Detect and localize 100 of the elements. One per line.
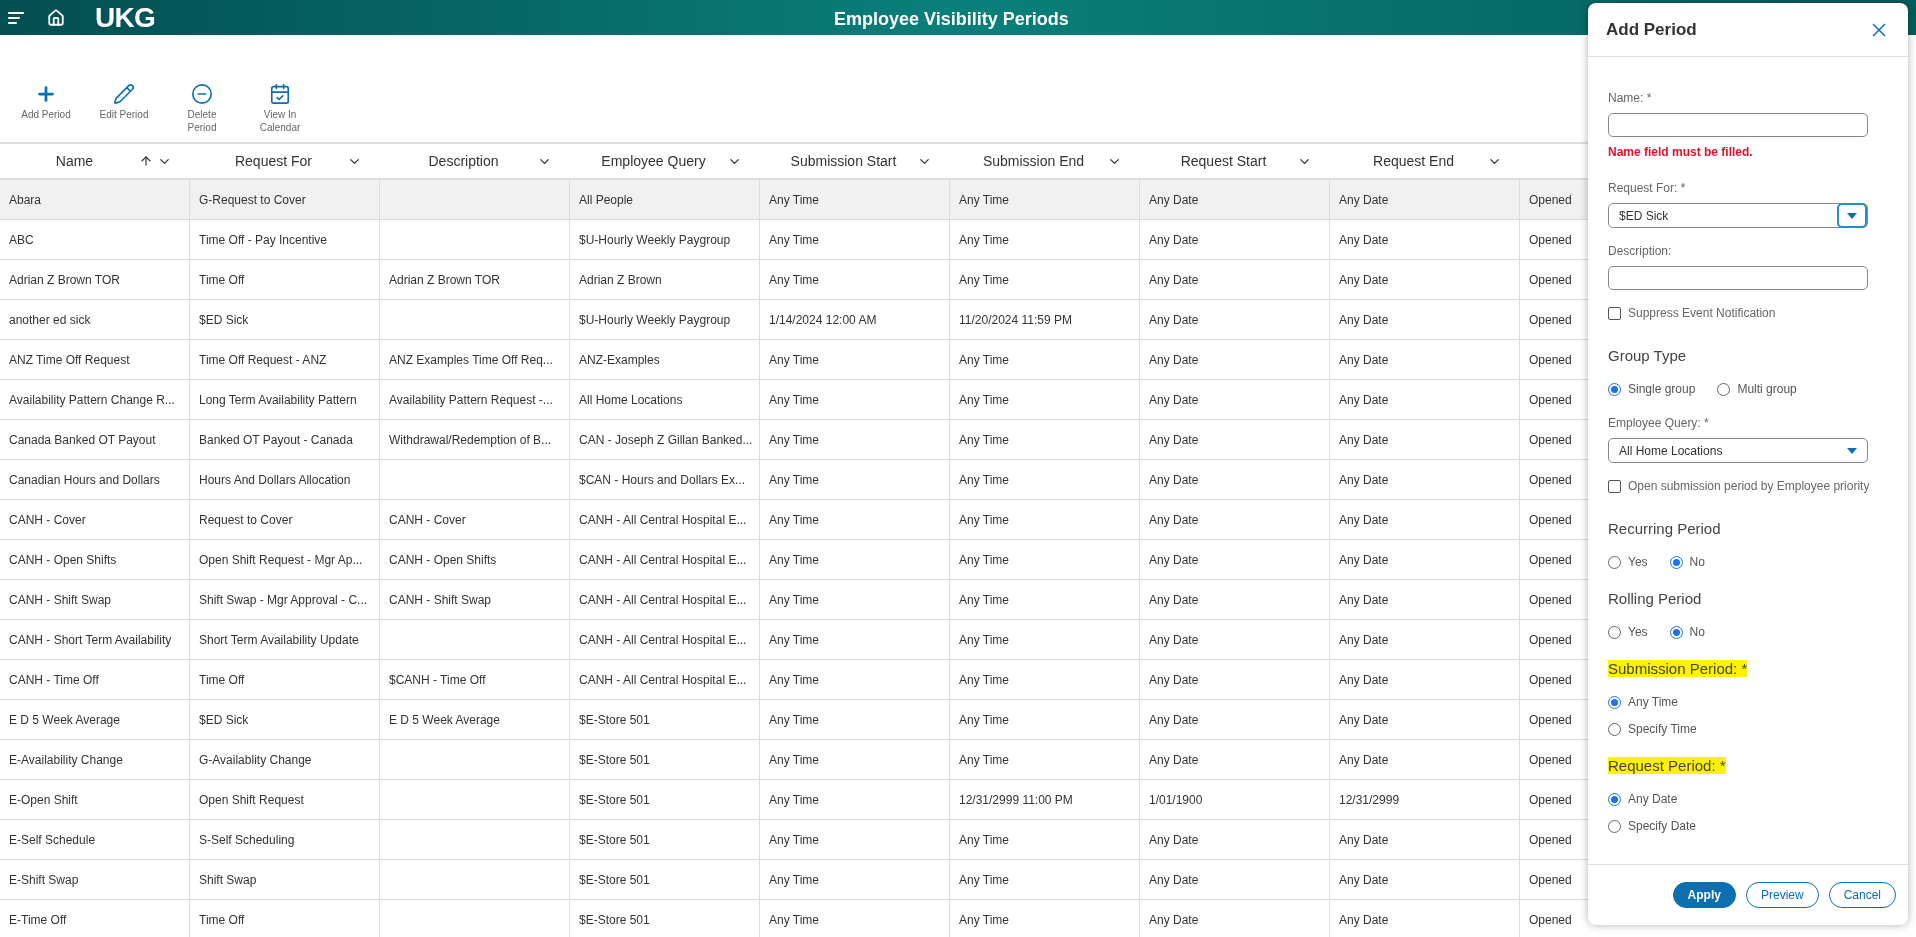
table-cell-text: 11/20/2024 11:59 PM	[959, 311, 1072, 329]
checkbox[interactable]	[1608, 479, 1621, 493]
table-cell-text: Any Date	[1339, 311, 1389, 329]
table-row[interactable]: another ed sick $ED Sick $U-Hourly Weekly Paygroup 1/14/2024 12:00 AM 11/20/2024 11:59 PM Any Date Any Date Opened	[0, 300, 1588, 340]
dialog-title: Add Period	[1606, 18, 1697, 41]
table-row[interactable]: ABC Time Off - Pay Incentive $U-Hourly Weekly Paygroup Any Time Any Time Any Date Any Date Opened	[0, 220, 1588, 260]
dialog-button[interactable]: Apply	[1672, 882, 1736, 908]
table-row[interactable]: Canada Banked OT Payout Banked OT Payout - Canada Withdrawal/Redemption of B... CAN - Joseph Z Gillan Banked... Any Time Any Time Any Date Any Date Opened	[0, 420, 1588, 460]
table-cell-text: Any Date	[1149, 431, 1199, 449]
table-row[interactable]: E-Open Shift Open Shift Request $E-Store 501 Any Time 12/31/2999 11:00 PM 1/01/1900 12/31/2999 Opened	[0, 780, 1588, 820]
table-cell-text: 1/01/1900	[1149, 791, 1203, 809]
table-row[interactable]: Adrian Z Brown TOR Time Off Adrian Z Brown TOR Adrian Z Brown Any Time Any Time Any Date Any Date Opened	[0, 260, 1588, 300]
column-header[interactable]: Request For	[190, 144, 380, 178]
checkbox-label: Suppress Event Notification	[1628, 305, 1776, 322]
table-row[interactable]: E-Self Schedule S-Self Scheduling $E-Store 501 Any Time Any Time Any Date Any Date Opened	[0, 820, 1588, 860]
table-row[interactable]: CANH - Shift Swap Shift Swap - Mgr Approval - C... CANH - Shift Swap CANH - All Central Hospital E... Any Time Any Time Any Date Any Date Opened	[0, 580, 1588, 620]
dropdown[interactable]: All Home Locations	[1608, 438, 1868, 463]
toolbar-button[interactable]: Edit Period	[92, 83, 156, 142]
table-cell-text: Open Shift Request	[199, 791, 304, 809]
table-cell-text: Any Time	[769, 791, 819, 809]
table-row[interactable]: Availability Pattern Change R... Long Term Availability Pattern Availability Pattern Request -... All Home Locations Any Time Any Time Any Date Any Date Opened	[0, 380, 1588, 420]
toolbar-button[interactable]: Add Period	[14, 83, 78, 142]
table-cell-text: ANZ Time Off Request	[9, 351, 130, 369]
table-cell-text: Opened	[1529, 191, 1572, 209]
column-header[interactable]: Submission Start	[760, 144, 950, 178]
table-cell-text: ANZ-Examples	[579, 351, 660, 369]
dialog-button[interactable]: Preview	[1745, 882, 1819, 908]
table-row[interactable]: Canadian Hours and Dollars Hours And Dollars Allocation $CAN - Hours and Dollars Ex... Any Time Any Time Any Date Any Date Opened	[0, 460, 1588, 500]
toolbar-button[interactable]: View In Calendar	[248, 83, 312, 142]
table-cell-text: Any Date	[1339, 911, 1389, 929]
table-cell-text: CANH - Cover	[9, 511, 86, 529]
column-header[interactable]: Description	[380, 144, 570, 178]
column-header[interactable]: Name	[0, 144, 190, 178]
radio-label: Any Date	[1628, 791, 1678, 808]
sort-ascending-icon[interactable]	[139, 154, 153, 168]
table-cell-text: Any Date	[1149, 831, 1199, 849]
table-row[interactable]: E D 5 Week Average $ED Sick E D 5 Week Average $E-Store 501 Any Time Any Time Any Date Any Date Opened	[0, 700, 1588, 740]
table-cell-text: Any Date	[1149, 591, 1199, 609]
section-heading: Submission Period: *	[1608, 660, 1748, 677]
column-header[interactable]: Employee Query	[570, 144, 760, 178]
table-cell-text: Any Date	[1149, 271, 1199, 289]
text-field[interactable]	[1608, 266, 1868, 290]
table-cell-text: 12/31/2999	[1339, 791, 1400, 809]
table-cell-text: Any Time	[769, 551, 819, 569]
table-cell-text: Opened	[1529, 631, 1572, 649]
section-heading: Request Period: *	[1608, 757, 1726, 774]
table-cell-text: Any Date	[1339, 631, 1389, 649]
table-cell-text: Any Date	[1149, 471, 1199, 489]
checkbox[interactable]	[1608, 306, 1621, 320]
table-cell-text: G-Request to Cover	[199, 191, 306, 209]
pencil-icon	[113, 83, 135, 105]
table-cell-text: Time Off	[199, 671, 245, 689]
table-cell-text: 12/31/2999 11:00 PM	[959, 791, 1073, 809]
table-cell-text: Any Date	[1149, 391, 1199, 409]
table-cell-text: Any Date	[1149, 711, 1199, 729]
table-cell-text: Any Time	[769, 271, 819, 289]
table-row[interactable]: Abara G-Request to Cover All People Any Time Any Time Any Date Any Date Opened	[0, 180, 1588, 220]
table-row[interactable]: CANH - Short Term Availability Short Term Availability Update CANH - All Central Hospital E... Any Time Any Time Any Date Any Date Opened	[0, 620, 1588, 660]
table-cell-text: Any Date	[1149, 311, 1199, 329]
table-cell-text: CANH - All Central Hospital E...	[579, 591, 747, 609]
table-cell-text: $E-Store 501	[579, 911, 650, 929]
table-cell-text: Any Date	[1149, 551, 1199, 569]
table-row[interactable]: CANH - Cover Request to Cover CANH - Cover CANH - All Central Hospital E... Any Time Any Time Any Date Any Date Opened	[0, 500, 1588, 540]
table-cell-text: Any Date	[1339, 591, 1389, 609]
table-cell-text: Any Time	[959, 271, 1009, 289]
checkbox-label: Open submission period by Employee priority	[1628, 478, 1870, 495]
table-cell-text: Any Date	[1339, 711, 1389, 729]
table-cell-text: Shift Swap	[199, 871, 257, 889]
radio-label: Yes	[1628, 554, 1648, 571]
table-cell-text: Opened	[1529, 471, 1572, 489]
table-cell-text: Opened	[1529, 231, 1572, 249]
menu-icon[interactable]	[8, 10, 26, 25]
table-cell-text: $ED Sick	[199, 711, 249, 729]
table-cell-text: Any Date	[1339, 231, 1389, 249]
table-row[interactable]: E-Shift Swap Shift Swap $E-Store 501 Any Time Any Time Any Date Any Date Opened	[0, 860, 1588, 900]
table-cell-text: $CANH - Time Off	[389, 671, 486, 689]
table-row[interactable]: E-Availability Change G-Availablity Change $E-Store 501 Any Time Any Time Any Date Any Date Opened	[0, 740, 1588, 780]
column-header[interactable]: Request Start	[1140, 144, 1330, 178]
table-cell-text: Time Off	[199, 271, 245, 289]
table-cell-text: Any Time	[959, 191, 1009, 209]
table-cell-text: $E-Store 501	[579, 871, 650, 889]
table-cell-text: Opened	[1529, 271, 1572, 289]
dropdown[interactable]: $ED Sick	[1608, 203, 1868, 228]
table-row[interactable]: ANZ Time Off Request Time Off Request - ANZ ANZ Examples Time Off Req... ANZ-Examples Any Time Any Time Any Date Any Date Opened	[0, 340, 1588, 380]
table-cell-text: $E-Store 501	[579, 711, 650, 729]
home-icon[interactable]	[47, 8, 65, 27]
radio-label: Single group	[1628, 381, 1696, 398]
table-cell-text: Any Date	[1149, 511, 1199, 529]
column-header[interactable]: Submission End	[950, 144, 1140, 178]
table-row[interactable]: CANH - Time Off Time Off $CANH - Time Off CANH - All Central Hospital E... Any Time Any Time Any Date Any Date Opened	[0, 660, 1588, 700]
table-cell-text: Any Time	[769, 671, 819, 689]
table-cell-text: Any Date	[1339, 271, 1389, 289]
field-label: Request For: *	[1608, 180, 1687, 197]
dialog-button[interactable]: Cancel	[1828, 882, 1896, 908]
table-cell-text: Any Time	[959, 911, 1009, 929]
table-cell-text: Opened	[1529, 551, 1572, 569]
table-row[interactable]: CANH - Open Shifts Open Shift Request - Mgr Ap... CANH - Open Shifts CANH - All Central Hospital E... Any Time Any Time Any Date Any Date Opened	[0, 540, 1588, 580]
column-header[interactable]: Request End	[1330, 144, 1520, 178]
text-field[interactable]	[1608, 113, 1868, 137]
toolbar-button[interactable]: Delete Period	[170, 83, 234, 142]
